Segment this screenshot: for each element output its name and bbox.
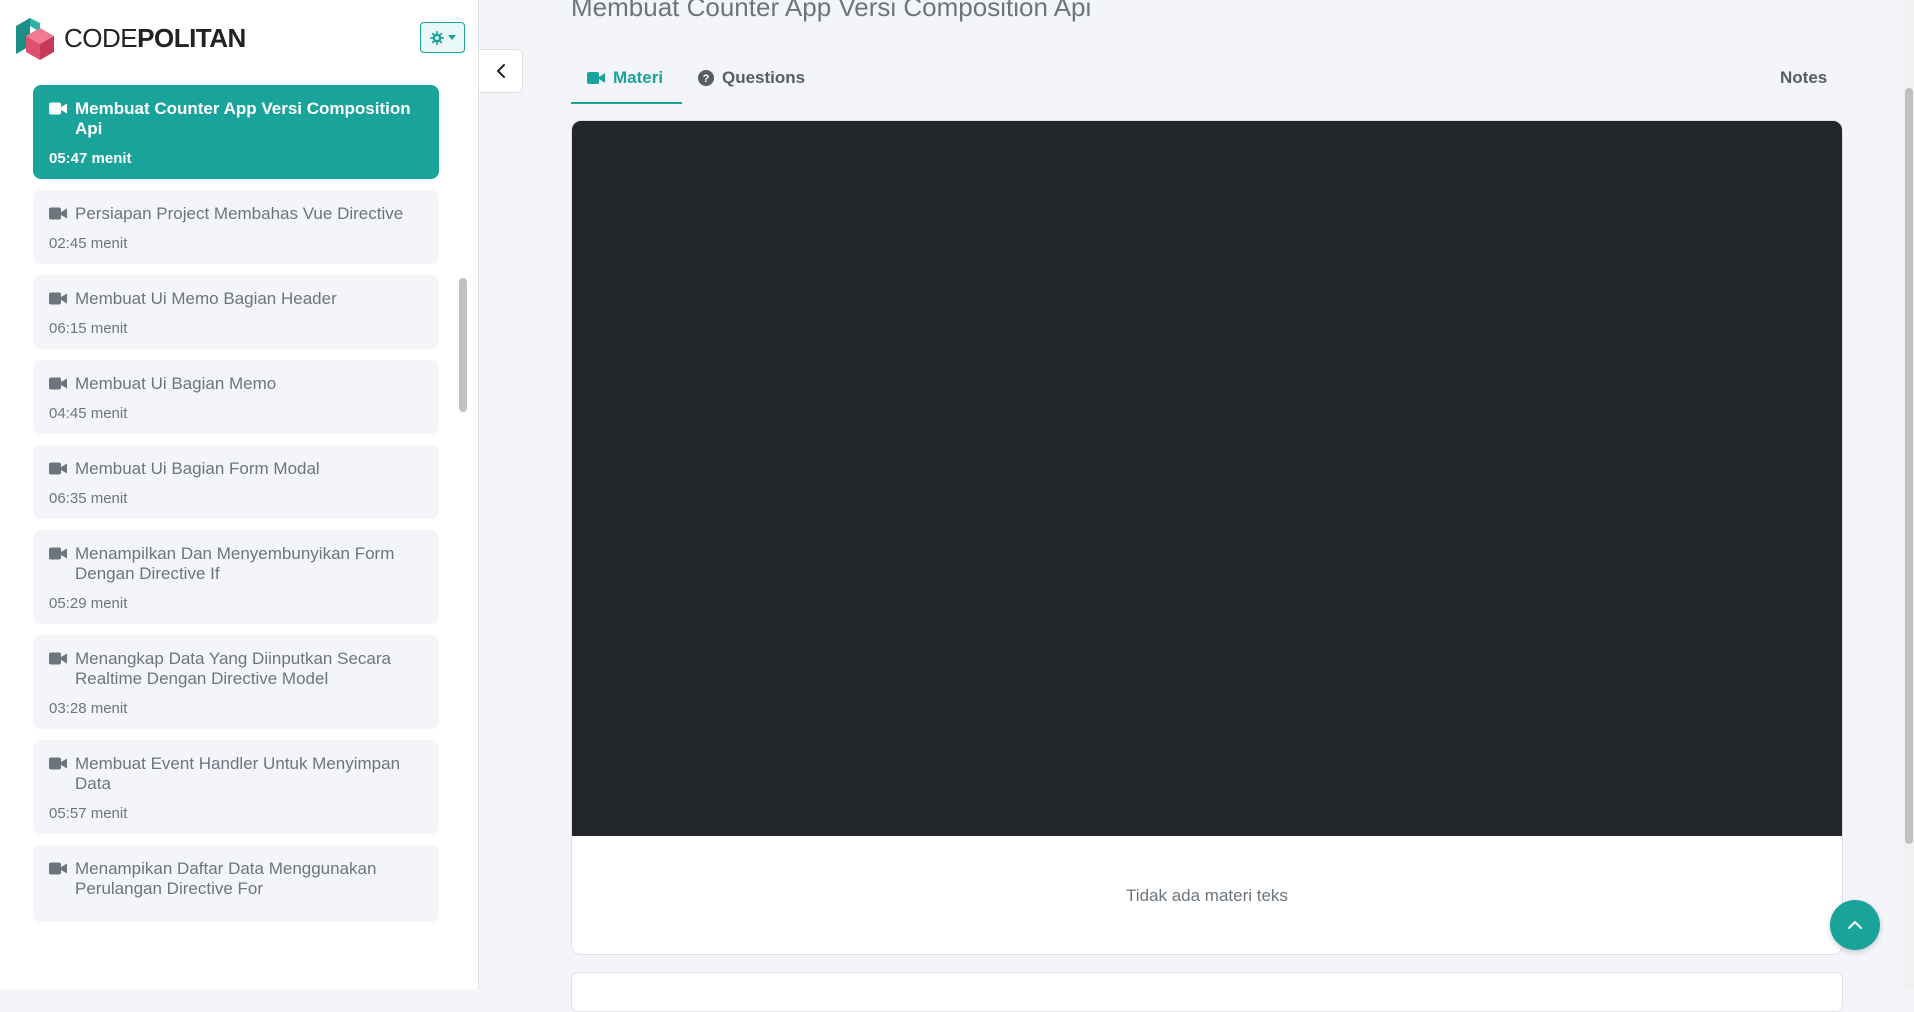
chevron-down-icon	[447, 35, 456, 40]
tab-notes[interactable]: Notes	[1780, 68, 1827, 104]
tab-notes-label: Notes	[1780, 68, 1828, 87]
collapse-sidebar-button[interactable]	[479, 49, 523, 93]
gear-icon	[429, 30, 444, 45]
settings-dropdown-button[interactable]	[420, 22, 465, 53]
video-camera-icon	[49, 652, 67, 665]
lesson-item[interactable]: Membuat Event Handler Untuk Menyimpan Da…	[33, 740, 439, 834]
video-camera-icon	[49, 207, 67, 220]
codepolitan-logo[interactable]: CODEPOLITAN	[12, 16, 246, 60]
chevron-left-icon	[496, 64, 505, 78]
lesson-item[interactable]: Menampikan Daftar Data Menggunakan Perul…	[33, 845, 439, 922]
content-tabs: Materi ? Questions Notes	[571, 68, 1843, 104]
lesson-list: Membuat Counter App Versi Composition Ap…	[33, 85, 439, 927]
lesson-sidebar: CODEPOLITAN Membuat Counter App Versi Co…	[0, 0, 479, 989]
no-text-material-message: Tidak ada materi teks	[1126, 886, 1288, 905]
scroll-to-top-button[interactable]	[1830, 900, 1880, 950]
lesson-title: Menampikan Daftar Data Menggunakan Perul…	[75, 859, 377, 898]
lesson-duration: 05:57 menit	[49, 805, 128, 822]
lesson-item[interactable]: Menampilkan Dan Menyembunyikan Form Deng…	[33, 530, 439, 624]
lesson-header: Menampilkan Dan Menyembunyikan Form Deng…	[49, 544, 423, 584]
logo-text: CODEPOLITAN	[64, 22, 246, 53]
question-circle-icon: ?	[698, 70, 714, 86]
video-camera-icon	[49, 377, 67, 390]
lesson-item[interactable]: Persiapan Project Membahas Vue Directive…	[33, 190, 439, 264]
lesson-header: Membuat Counter App Versi Composition Ap…	[49, 99, 423, 139]
video-camera-icon	[49, 862, 67, 875]
secondary-card	[571, 972, 1843, 1012]
tab-materi[interactable]: Materi	[571, 68, 682, 104]
page-scrollbar-thumb[interactable]	[1905, 88, 1913, 844]
lesson-duration: 06:35 menit	[49, 490, 128, 507]
lesson-header: Membuat Ui Bagian Memo	[49, 374, 423, 394]
video-camera-icon	[49, 462, 67, 475]
lesson-item[interactable]: Menangkap Data Yang Diinputkan Secara Re…	[33, 635, 439, 729]
sidebar-scrollbar[interactable]	[459, 278, 467, 412]
lesson-title: Persiapan Project Membahas Vue Directive	[75, 204, 404, 223]
tab-materi-label: Materi	[613, 68, 664, 87]
video-camera-icon	[587, 72, 605, 84]
lesson-header: Persiapan Project Membahas Vue Directive	[49, 204, 423, 224]
tab-questions[interactable]: ? Questions	[698, 68, 805, 104]
lesson-item[interactable]: Membuat Ui Bagian Memo 04:45 menit	[33, 360, 439, 434]
page-scrollbar[interactable]	[1904, 0, 1914, 989]
lesson-duration: 03:28 menit	[49, 700, 128, 717]
lesson-header: Membuat Ui Bagian Form Modal	[49, 459, 423, 479]
lesson-title: Membuat Ui Bagian Memo	[75, 374, 277, 393]
lesson-content-card: Tidak ada materi teks	[571, 120, 1843, 955]
video-camera-icon	[49, 102, 67, 115]
lesson-title: Membuat Event Handler Untuk Menyimpan Da…	[75, 754, 401, 793]
video-camera-icon	[49, 547, 67, 560]
video-camera-icon	[49, 292, 67, 305]
lesson-duration: 05:29 menit	[49, 595, 128, 612]
lesson-header: Menampikan Daftar Data Menggunakan Perul…	[49, 859, 423, 899]
logo-mark-icon	[16, 18, 54, 60]
lesson-title: Membuat Ui Memo Bagian Header	[75, 289, 337, 308]
video-camera-icon	[49, 757, 67, 770]
lesson-duration: 02:45 menit	[49, 235, 128, 252]
tab-questions-label: Questions	[722, 68, 806, 87]
lesson-item-active[interactable]: Membuat Counter App Versi Composition Ap…	[33, 85, 439, 179]
lesson-title: Membuat Counter App Versi Composition Ap…	[75, 99, 411, 138]
lesson-duration: 04:45 menit	[49, 405, 128, 422]
page-title: Membuat Counter App Versi Composition Ap…	[571, 0, 1092, 22]
lesson-title: Menangkap Data Yang Diinputkan Secara Re…	[75, 649, 391, 688]
lesson-header: Membuat Event Handler Untuk Menyimpan Da…	[49, 754, 423, 794]
lesson-header: Menangkap Data Yang Diinputkan Secara Re…	[49, 649, 423, 689]
lesson-duration: 06:15 menit	[49, 320, 128, 337]
chevron-up-icon	[1848, 921, 1862, 929]
lesson-title: Membuat Ui Bagian Form Modal	[75, 459, 320, 478]
svg-text:?: ?	[703, 73, 710, 85]
lesson-title: Menampilkan Dan Menyembunyikan Form Deng…	[75, 544, 395, 583]
lesson-duration: 05:47 menit	[49, 150, 132, 167]
video-player[interactable]	[572, 121, 1842, 836]
lesson-header: Membuat Ui Memo Bagian Header	[49, 289, 423, 309]
lesson-item[interactable]: Membuat Ui Bagian Form Modal 06:35 menit	[33, 445, 439, 519]
lesson-item[interactable]: Membuat Ui Memo Bagian Header 06:15 menit	[33, 275, 439, 349]
